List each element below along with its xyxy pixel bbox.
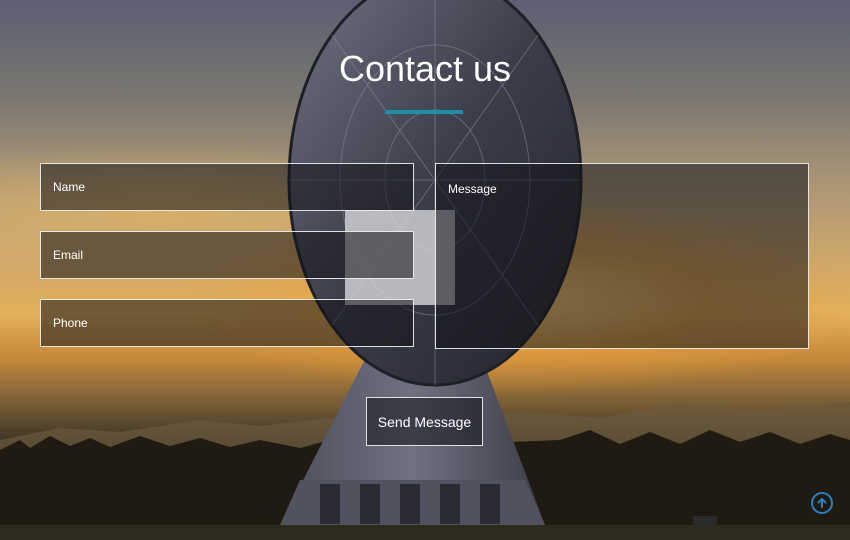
email-field[interactable]: Email: [40, 231, 414, 279]
title-underline: [385, 110, 463, 114]
name-field[interactable]: Name: [40, 163, 414, 211]
phone-placeholder: Phone: [53, 316, 88, 330]
send-message-label: Send Message: [377, 413, 472, 430]
message-field[interactable]: Message: [435, 163, 809, 349]
scroll-to-top-button[interactable]: [811, 492, 833, 514]
message-placeholder: Message: [448, 182, 497, 196]
email-placeholder: Email: [53, 248, 84, 262]
phone-field[interactable]: Phone: [40, 299, 414, 347]
name-placeholder: Name: [53, 180, 86, 194]
page-title: Contact us: [338, 48, 512, 89]
send-message-button[interactable]: Send Message: [366, 397, 483, 446]
arrow-up-circle-icon: [817, 498, 827, 508]
